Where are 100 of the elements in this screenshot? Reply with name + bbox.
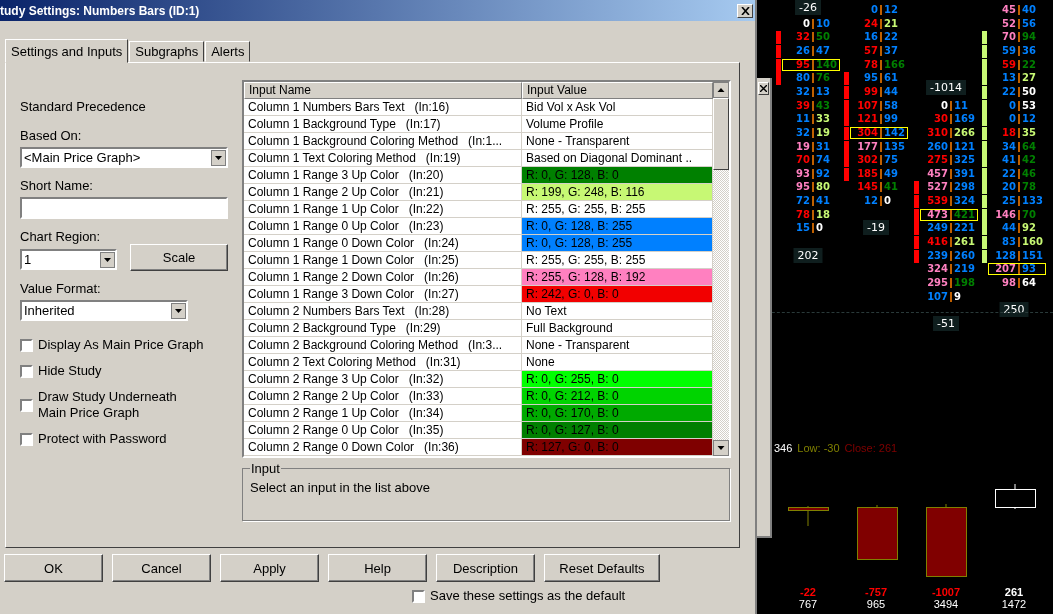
- ask-volume: 74: [816, 155, 830, 166]
- bid-volume: 99: [863, 86, 878, 97]
- tab[interactable]: Subgraphs: [129, 41, 205, 62]
- input-value-cell[interactable]: R: 255, G: 128, B: 192: [522, 269, 713, 286]
- input-value-cell[interactable]: R: 242, G: 0, B: 0: [522, 286, 713, 303]
- bid-volume: 26: [795, 45, 810, 56]
- ask-volume: 50: [816, 32, 830, 43]
- input-name-cell[interactable]: Column 2 Range 0 Up Color (In:35): [244, 422, 522, 439]
- ask-volume: 75: [884, 155, 898, 166]
- input-name-cell[interactable]: Column 2 Numbers Bars Text (In:28): [244, 303, 522, 320]
- input-value-cell[interactable]: None - Transparent: [522, 133, 713, 150]
- chart-region-label: Chart Region:: [20, 229, 102, 244]
- tab[interactable]: Alerts: [205, 41, 251, 62]
- input-value-cell[interactable]: R: 0, G: 128, B: 255: [522, 218, 713, 235]
- column-header[interactable]: Input Name: [244, 82, 522, 99]
- group-title: Input: [250, 461, 281, 476]
- input-name-cell[interactable]: Column 1 Range 1 Up Color (In:22): [244, 201, 522, 218]
- input-name-cell[interactable]: Column 1 Range 2 Up Color (In:21): [244, 184, 522, 201]
- ask-volume: 140: [816, 59, 837, 70]
- input-name-cell[interactable]: Column 1 Range 1 Down Color (In:25): [244, 252, 522, 269]
- input-name-cell[interactable]: Column 2 Range 0 Down Color (In:36): [244, 439, 522, 456]
- bid-volume: 239: [926, 250, 948, 261]
- ask-volume: 35: [1022, 127, 1036, 138]
- ask-volume: 121: [954, 141, 975, 152]
- input-name-cell[interactable]: Column 2 Range 3 Up Color (In:32): [244, 371, 522, 388]
- based-on-label: Based On:: [20, 128, 83, 143]
- ask-volume: 13: [816, 86, 830, 97]
- checkbox[interactable]: [20, 338, 33, 352]
- bid-volume: 30: [933, 114, 948, 125]
- scrollbar-thumb[interactable]: [713, 98, 729, 170]
- ask-volume: 36: [1022, 45, 1036, 56]
- input-value-cell[interactable]: R: 0, G: 255, B: 0: [522, 371, 713, 388]
- value-format-dropdown[interactable]: Inherited: [20, 300, 188, 321]
- input-name-cell[interactable]: Column 1 Range 3 Up Color (In:20): [244, 167, 522, 184]
- scroll-down-icon[interactable]: [713, 440, 729, 456]
- input-name-cell[interactable]: Column 1 Background Coloring Method (In:1...: [244, 133, 522, 150]
- input-name-cell[interactable]: Column 1 Range 3 Down Color (In:27): [244, 286, 522, 303]
- chart-region-dropdown[interactable]: 1: [20, 249, 117, 270]
- bid-volume: 146: [994, 209, 1016, 220]
- based-on-dropdown[interactable]: <Main Price Graph>: [20, 147, 228, 168]
- input-value-cell[interactable]: R: 255, G: 255, B: 255: [522, 252, 713, 269]
- ask-volume: 0: [816, 223, 823, 234]
- dialog-button[interactable]: Reset Defaults: [544, 554, 660, 582]
- input-value-cell[interactable]: No Text: [522, 303, 713, 320]
- dialog-button[interactable]: Cancel: [112, 554, 211, 582]
- ask-volume: 12: [1022, 114, 1036, 125]
- ask-volume: 391: [954, 168, 975, 179]
- close-button[interactable]: [737, 3, 753, 18]
- input-name-cell[interactable]: Column 1 Range 0 Up Color (In:23): [244, 218, 522, 235]
- dialog-button[interactable]: Help: [328, 554, 427, 582]
- input-value-cell[interactable]: R: 0, G: 128, B: 255: [522, 235, 713, 252]
- checkbox-label: Hide Study: [38, 363, 102, 379]
- dialog-button[interactable]: Description: [436, 554, 535, 582]
- checkbox[interactable]: [20, 398, 33, 412]
- ask-volume: 47: [816, 45, 830, 56]
- input-value-cell[interactable]: Bid Vol x Ask Vol: [522, 99, 713, 116]
- input-value-cell[interactable]: R: 0, G: 128, B: 0: [522, 167, 713, 184]
- input-name-cell[interactable]: Column 2 Range 1 Up Color (In:34): [244, 405, 522, 422]
- input-name-cell[interactable]: Column 2 Text Coloring Method (In:31): [244, 354, 522, 371]
- tab[interactable]: Settings and Inputs: [5, 39, 129, 63]
- close-button[interactable]: [758, 82, 769, 95]
- checkbox[interactable]: [20, 432, 33, 446]
- bid-volume: 107: [926, 291, 948, 302]
- ask-volume: 22: [884, 32, 898, 43]
- column-header[interactable]: Input Value: [522, 82, 713, 99]
- input-value-cell[interactable]: R: 255, G: 255, B: 255: [522, 201, 713, 218]
- bid-volume: 80: [795, 73, 810, 84]
- input-value-cell[interactable]: Volume Profile: [522, 116, 713, 133]
- input-name-cell[interactable]: Column 1 Range 0 Down Color (In:24): [244, 235, 522, 252]
- bid-volume: 12: [863, 196, 878, 207]
- dialog-button[interactable]: Apply: [220, 554, 319, 582]
- checkbox[interactable]: [20, 364, 33, 378]
- input-name-cell[interactable]: Column 2 Range 2 Up Color (In:33): [244, 388, 522, 405]
- input-value-cell[interactable]: R: 199, G: 248, B: 116: [522, 184, 713, 201]
- bid-volume: 32: [795, 86, 810, 97]
- scroll-up-icon[interactable]: [713, 82, 729, 98]
- input-name-cell[interactable]: Column 2 Background Coloring Method (In:3...: [244, 337, 522, 354]
- input-value-cell[interactable]: None - Transparent: [522, 337, 713, 354]
- ask-volume: 42: [1022, 155, 1036, 166]
- input-value-cell[interactable]: R: 0, G: 127, B: 0: [522, 422, 713, 439]
- bid-volume: 121: [856, 114, 878, 125]
- input-name-cell[interactable]: Column 1 Background Type (In:17): [244, 116, 522, 133]
- bid-volume: 13: [1001, 73, 1016, 84]
- input-name-cell[interactable]: Column 1 Numbers Bars Text (In:16): [244, 99, 522, 116]
- bid-volume: 59: [1001, 59, 1016, 70]
- bid-volume: 145: [856, 182, 878, 193]
- vertical-scrollbar[interactable]: [713, 82, 729, 456]
- short-name-field[interactable]: [20, 197, 228, 219]
- input-name-cell[interactable]: Column 2 Background Type (In:29): [244, 320, 522, 337]
- input-value-cell[interactable]: R: 0, G: 170, B: 0: [522, 405, 713, 422]
- ask-volume: 12: [884, 5, 898, 15]
- bid-volume: 11: [795, 114, 810, 125]
- dialog-button[interactable]: OK: [4, 554, 103, 582]
- ask-volume: 142: [884, 127, 905, 138]
- input-name-cell[interactable]: Column 1 Range 2 Down Color (In:26): [244, 269, 522, 286]
- scale-button[interactable]: Scale: [130, 244, 228, 271]
- checkbox[interactable]: [412, 589, 425, 603]
- input-value-cell[interactable]: R: 0, G: 212, B: 0: [522, 388, 713, 405]
- input-value-cell[interactable]: Full Background: [522, 320, 713, 337]
- input-name-cell[interactable]: Column 1 Text Coloring Method (In:19): [244, 150, 522, 167]
